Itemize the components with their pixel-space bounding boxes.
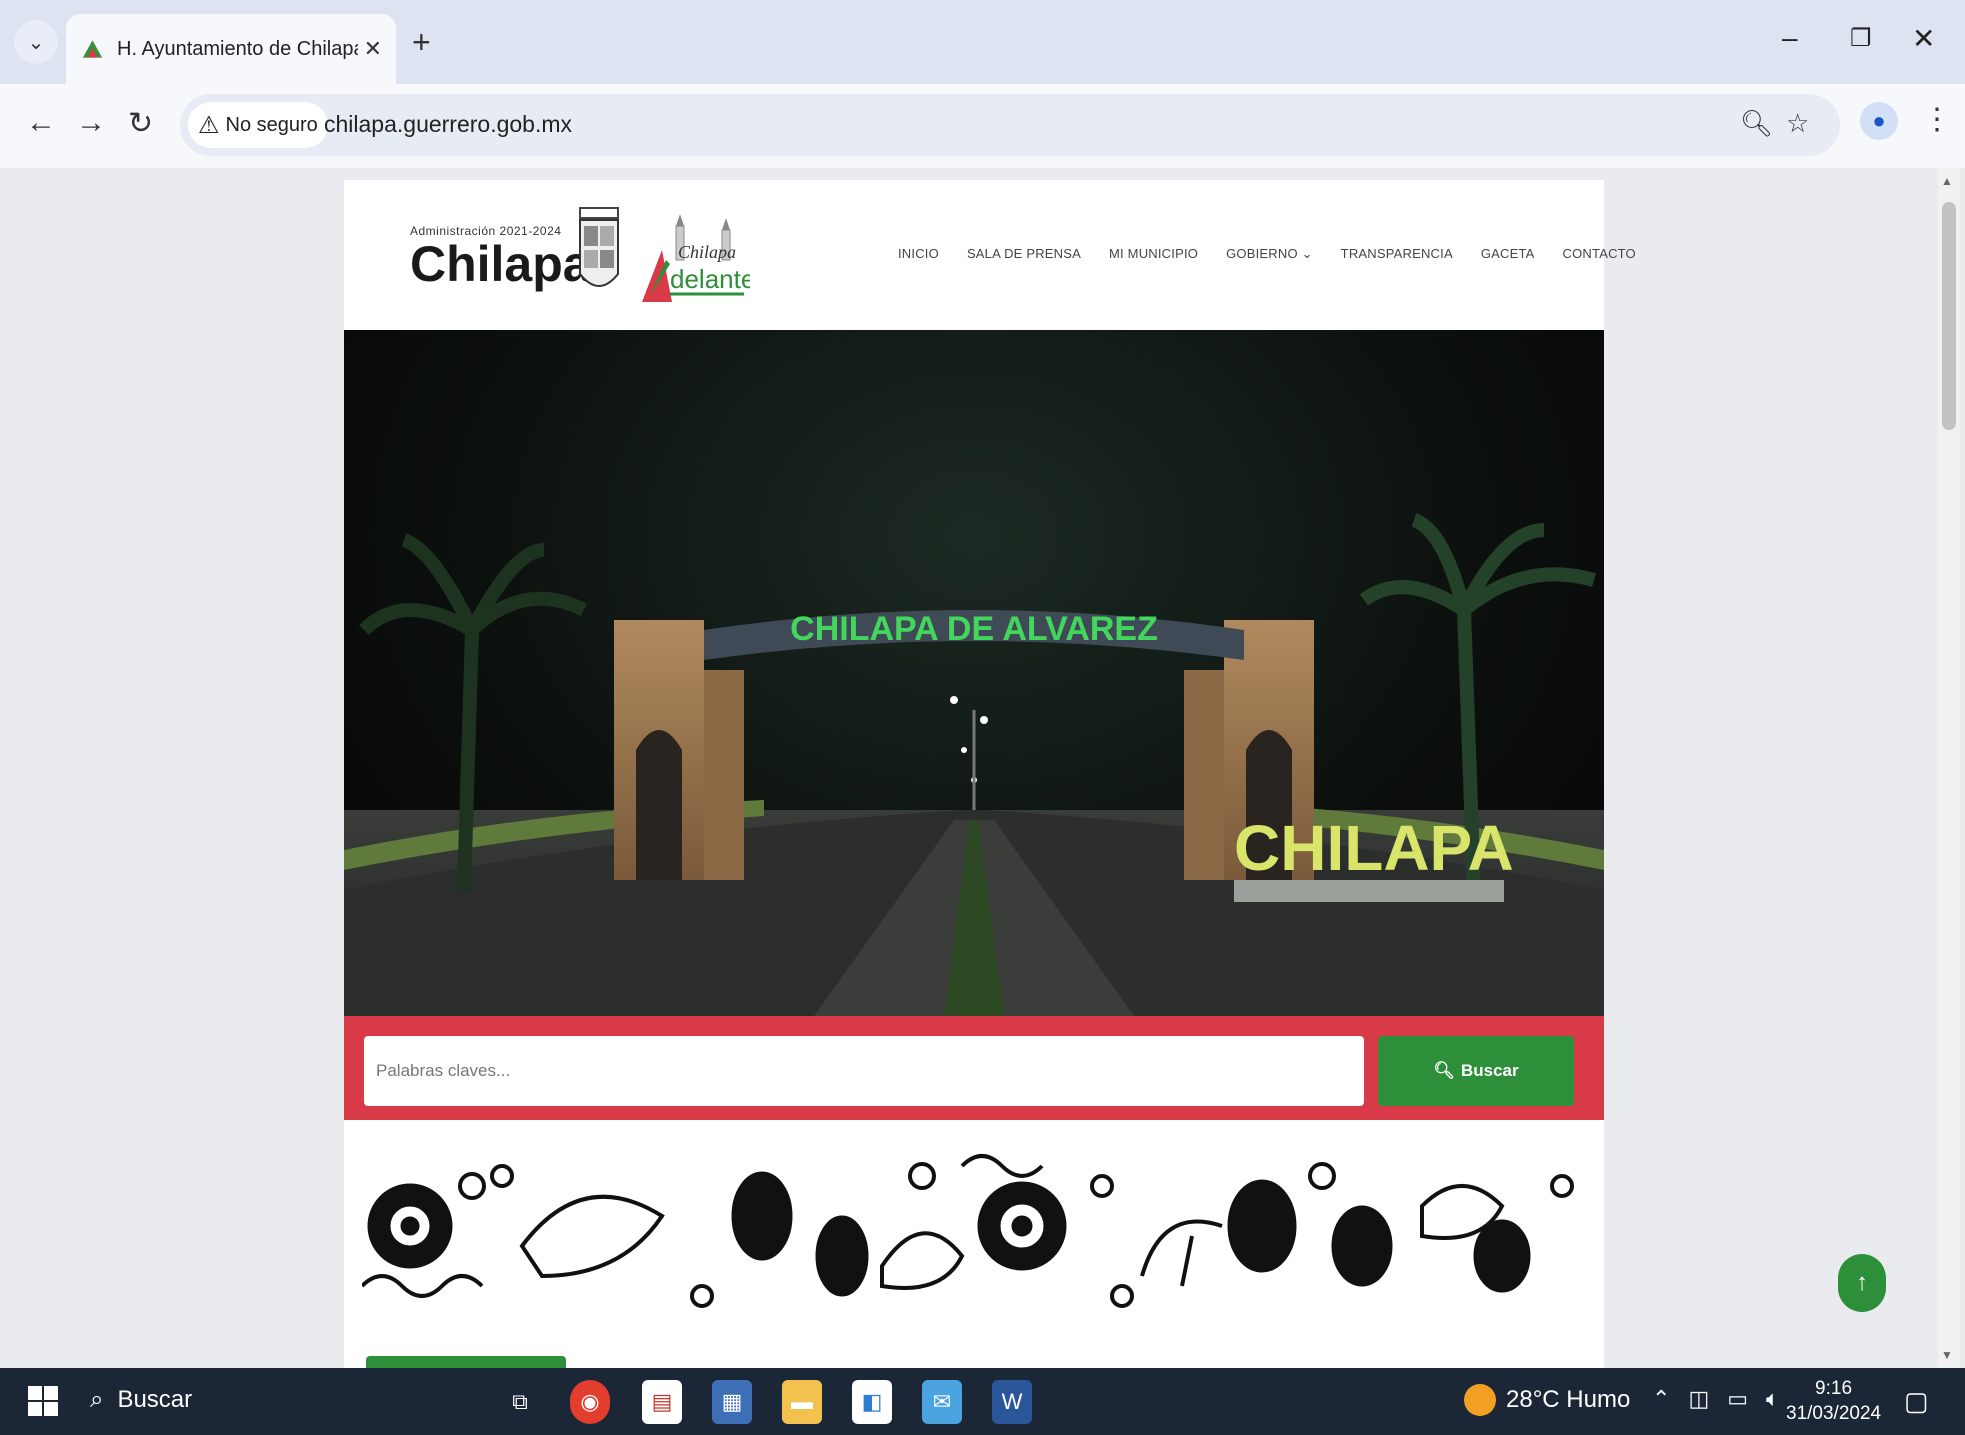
warning-icon: ⚠ bbox=[198, 111, 220, 139]
chilapa-adelante-logo[interactable]: Chilapa delante bbox=[640, 206, 750, 306]
tab-title: H. Ayuntamiento de Chilapa de bbox=[117, 37, 358, 60]
page-viewport: Administración 2021-2024 Chilapa Chilapa… bbox=[8, 168, 1938, 1368]
taskbar-search[interactable]: ⌕ Buscar bbox=[90, 1386, 192, 1414]
svg-text:Chilapa: Chilapa bbox=[678, 242, 736, 262]
nav-gaceta[interactable]: GACETA bbox=[1481, 246, 1535, 262]
search-icon: 🔍︎ bbox=[1433, 1061, 1455, 1080]
restore-icon[interactable]: ❐ bbox=[1850, 24, 1872, 53]
browser-toolbar: ← → ↻ ⚠ No seguro chilapa.guerrero.gob.m… bbox=[0, 84, 1965, 168]
taskbar-clock[interactable]: 9:16 31/03/2024 bbox=[1786, 1376, 1881, 1426]
logo-name: Chilapa bbox=[410, 236, 591, 292]
file-app-icon[interactable]: ▤ bbox=[642, 1380, 682, 1424]
windows-start-icon[interactable] bbox=[28, 1386, 58, 1416]
svg-text:delante: delante bbox=[670, 264, 750, 294]
word-icon[interactable]: W bbox=[992, 1380, 1032, 1424]
window-close-icon[interactable]: ✕ bbox=[1912, 22, 1935, 55]
outlook-icon[interactable]: ✉ bbox=[922, 1380, 962, 1424]
bookmark-star-icon[interactable]: ☆ bbox=[1786, 108, 1809, 139]
tray-chevron-up-icon[interactable]: ⌃ bbox=[1652, 1386, 1670, 1412]
nav-gobierno[interactable]: GOBIERNO ⌄ bbox=[1226, 246, 1313, 262]
chilapa-letters-sign: CHILAPA bbox=[1234, 812, 1514, 884]
forward-icon[interactable]: → bbox=[76, 106, 106, 140]
menu-kebab-icon[interactable]: ⋮ bbox=[1922, 102, 1952, 137]
decorative-pattern bbox=[362, 1146, 1586, 1326]
clock-time: 9:16 bbox=[1815, 1378, 1853, 1399]
system-tray: ⌃ ◫ ▭ 🔈︎ bbox=[1652, 1386, 1779, 1412]
security-label: No seguro bbox=[225, 113, 318, 136]
scroll-up-icon[interactable]: ▲ bbox=[1941, 174, 1953, 188]
security-chip[interactable]: ⚠ No seguro bbox=[188, 102, 328, 148]
tab-bar: ⌄ H. Ayuntamiento de Chilapa de ✕ + – ❐ … bbox=[0, 0, 1965, 84]
address-bar[interactable]: ⚠ No seguro chilapa.guerrero.gob.mx 🔍︎ ☆ bbox=[180, 94, 1840, 156]
task-view-icon[interactable]: ⧉ bbox=[500, 1380, 540, 1424]
zoom-icon[interactable]: 🔍︎ bbox=[1740, 108, 1773, 139]
chrome-icon[interactable]: ◉ bbox=[570, 1380, 610, 1424]
page-scrollbar[interactable]: ▲ ▼ bbox=[1938, 168, 1960, 1368]
search-bar: 🔍︎ Buscar bbox=[344, 1016, 1604, 1120]
close-icon[interactable]: ✕ bbox=[364, 36, 382, 62]
nav-sala-de-prensa[interactable]: SALA DE PRENSA bbox=[967, 246, 1081, 262]
site-header: Administración 2021-2024 Chilapa Chilapa… bbox=[344, 180, 1636, 330]
search-icon: ⌕ bbox=[90, 1386, 104, 1413]
weather-text: 28°C Humo bbox=[1506, 1386, 1631, 1413]
chevron-down-icon: ⌄ bbox=[27, 31, 45, 54]
volume-icon[interactable]: 🔈︎ bbox=[1766, 1386, 1779, 1412]
favicon-icon bbox=[82, 40, 103, 58]
site-logo[interactable]: Administración 2021-2024 Chilapa bbox=[410, 224, 591, 290]
nav-inicio[interactable]: INICIO bbox=[898, 246, 939, 262]
weather-widget[interactable]: 28°C Humo bbox=[1464, 1384, 1630, 1416]
website: Administración 2021-2024 Chilapa Chilapa… bbox=[344, 180, 1636, 1368]
back-icon[interactable]: ← bbox=[26, 106, 56, 140]
scroll-down-icon[interactable]: ▼ bbox=[1941, 1348, 1953, 1362]
minimize-icon[interactable]: – bbox=[1782, 22, 1798, 54]
browser-tab[interactable]: H. Ayuntamiento de Chilapa de ✕ bbox=[66, 14, 396, 84]
hero-image: CHILAPA DE ALVAREZ CHILAPA bbox=[344, 330, 1604, 1016]
arrow-up-icon: ↑ bbox=[1856, 1269, 1868, 1296]
scroll-thumb[interactable] bbox=[1942, 202, 1956, 430]
nav-transparencia[interactable]: TRANSPARENCIA bbox=[1341, 246, 1453, 262]
network-icon[interactable]: ▭ bbox=[1727, 1386, 1748, 1412]
taskbar-search-label: Buscar bbox=[117, 1386, 193, 1413]
arch-sign-text: CHILAPA DE ALVAREZ bbox=[790, 610, 1158, 648]
file-explorer-icon[interactable]: ▬ bbox=[782, 1380, 822, 1424]
search-button[interactable]: 🔍︎ Buscar bbox=[1378, 1036, 1574, 1106]
hero-photo: CHILAPA DE ALVAREZ CHILAPA bbox=[344, 513, 1604, 1016]
reload-icon[interactable]: ↻ bbox=[128, 106, 153, 141]
back-to-top-button[interactable]: ↑ bbox=[1838, 1254, 1886, 1312]
nav-contacto[interactable]: CONTACTO bbox=[1563, 246, 1636, 262]
section-tab[interactable] bbox=[366, 1356, 566, 1368]
clock-date: 31/03/2024 bbox=[1786, 1403, 1882, 1424]
search-input[interactable] bbox=[364, 1036, 1364, 1106]
new-tab-button[interactable]: + bbox=[412, 24, 431, 61]
profile-avatar-icon[interactable]: ● bbox=[1860, 102, 1898, 140]
url-text[interactable]: chilapa.guerrero.gob.mx bbox=[324, 111, 572, 138]
nav-mi-municipio[interactable]: MI MUNICIPIO bbox=[1109, 246, 1198, 262]
meet-icon[interactable]: ◫ bbox=[1688, 1386, 1709, 1412]
calculator-icon[interactable]: ▦ bbox=[712, 1380, 752, 1424]
weather-sun-icon bbox=[1464, 1384, 1496, 1416]
coat-of-arms-icon bbox=[579, 207, 619, 287]
main-nav: INICIO SALA DE PRENSA MI MUNICIPIO GOBIE… bbox=[898, 246, 1664, 262]
tab-search-button[interactable]: ⌄ bbox=[14, 20, 58, 64]
search-button-label: Buscar bbox=[1460, 1061, 1519, 1080]
notifications-icon[interactable]: ▢ bbox=[1904, 1386, 1929, 1417]
store-icon[interactable]: ◧ bbox=[852, 1380, 892, 1424]
windows-taskbar: ⌕ Buscar ⧉ ◉ ▤ ▦ ▬ ◧ ✉ W 28°C Humo ⌃ ◫ ▭… bbox=[0, 1368, 1965, 1435]
